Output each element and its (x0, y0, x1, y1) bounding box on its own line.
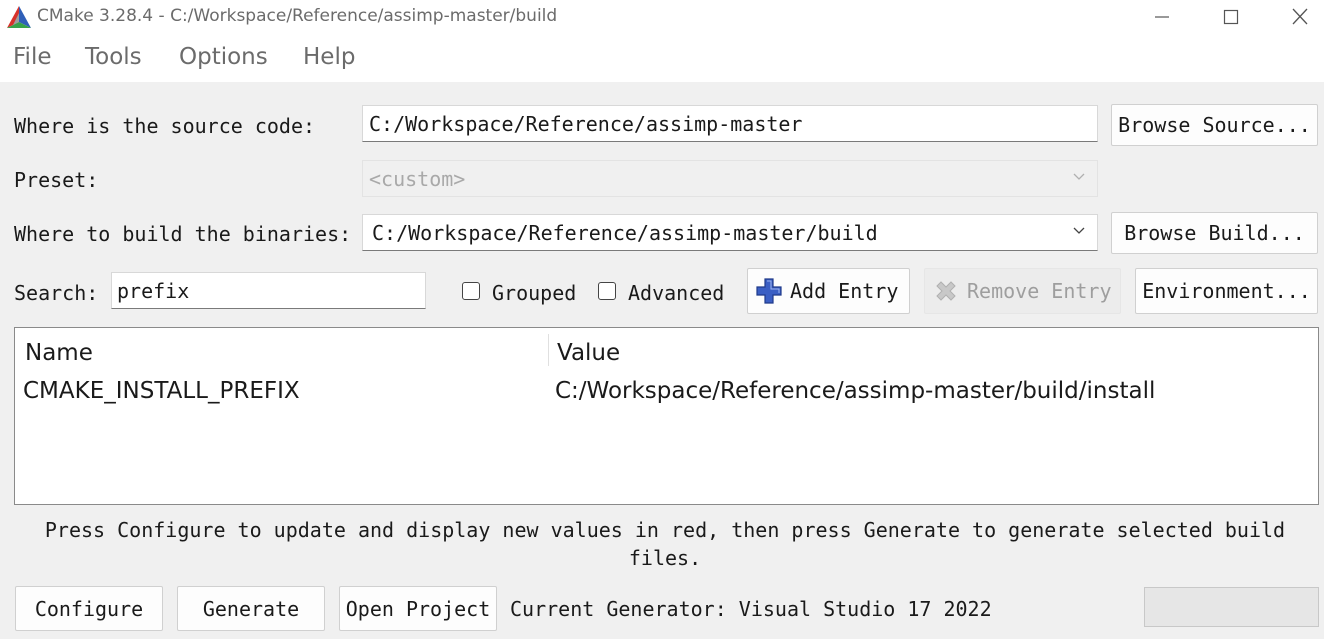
search-value: prefix (117, 279, 190, 303)
close-button[interactable] (1265, 0, 1324, 34)
grouped-label[interactable]: Grouped (492, 281, 576, 305)
close-icon (1292, 8, 1308, 25)
menu-file[interactable]: File (13, 44, 52, 70)
source-path-input[interactable]: C:/Workspace/Reference/assimp-master (362, 105, 1098, 142)
search-input[interactable]: prefix (111, 272, 426, 309)
cache-table[interactable]: Name Value CMAKE_INSTALL_PREFIX C:/Works… (14, 327, 1319, 505)
cmake-logo-icon (6, 5, 32, 29)
maximize-icon (1223, 9, 1239, 25)
build-path-combo[interactable]: C:/Workspace/Reference/assimp-master/bui… (362, 214, 1098, 251)
build-path-value: C:/Workspace/Reference/assimp-master/bui… (372, 221, 878, 245)
minimize-icon (1155, 16, 1169, 18)
table-row[interactable]: CMAKE_INSTALL_PREFIX C:/Workspace/Refere… (15, 374, 1318, 410)
menu-tools[interactable]: Tools (85, 44, 142, 70)
menu-help[interactable]: Help (303, 44, 355, 70)
remove-entry-button[interactable]: Remove Entry (924, 268, 1121, 314)
build-label: Where to build the binaries: (14, 222, 352, 246)
search-label: Search: (14, 281, 99, 305)
preset-select[interactable]: <custom> (362, 160, 1098, 197)
menu-options[interactable]: Options (179, 44, 268, 70)
chevron-down-icon (1073, 227, 1085, 234)
window-title: CMake 3.28.4 - C:/Workspace/Reference/as… (37, 6, 558, 26)
add-entry-button[interactable]: Add Entry (747, 268, 910, 314)
minimize-button[interactable] (1127, 0, 1197, 34)
open-project-button[interactable]: Open Project (339, 586, 497, 631)
row-value-cell: C:/Workspace/Reference/assimp-master/bui… (555, 378, 1156, 404)
current-generator-label: Current Generator: Visual Studio 17 2022 (510, 597, 992, 621)
preset-value: <custom> (369, 167, 466, 191)
hint-text: Press Configure to update and display ne… (44, 518, 1286, 570)
add-entry-label: Add Entry (790, 279, 899, 303)
source-path-value: C:/Workspace/Reference/assimp-master (369, 112, 803, 136)
column-divider[interactable] (548, 334, 549, 366)
maximize-button[interactable] (1196, 0, 1266, 34)
menu-bar: File Tools Options Help (0, 34, 1324, 82)
remove-x-icon (936, 281, 956, 301)
browse-source-button[interactable]: Browse Source... (1111, 104, 1318, 146)
preset-label: Preset: (14, 168, 99, 192)
browse-build-button[interactable]: Browse Build... (1111, 212, 1318, 254)
advanced-label[interactable]: Advanced (628, 281, 724, 305)
generate-button[interactable]: Generate (177, 586, 325, 631)
grouped-checkbox[interactable] (462, 282, 480, 300)
remove-entry-label: Remove Entry (967, 279, 1112, 303)
progress-bar (1144, 587, 1319, 627)
plus-icon (756, 278, 782, 304)
advanced-checkbox[interactable] (598, 282, 616, 300)
column-header-value[interactable]: Value (557, 340, 620, 366)
row-name-cell: CMAKE_INSTALL_PREFIX (23, 378, 300, 404)
chevron-down-icon (1073, 173, 1085, 180)
title-bar: CMake 3.28.4 - C:/Workspace/Reference/as… (0, 0, 1324, 34)
column-header-name[interactable]: Name (25, 340, 93, 366)
configure-button[interactable]: Configure (15, 586, 163, 631)
source-label: Where is the source code: (14, 114, 316, 138)
environment-button[interactable]: Environment... (1135, 268, 1318, 314)
